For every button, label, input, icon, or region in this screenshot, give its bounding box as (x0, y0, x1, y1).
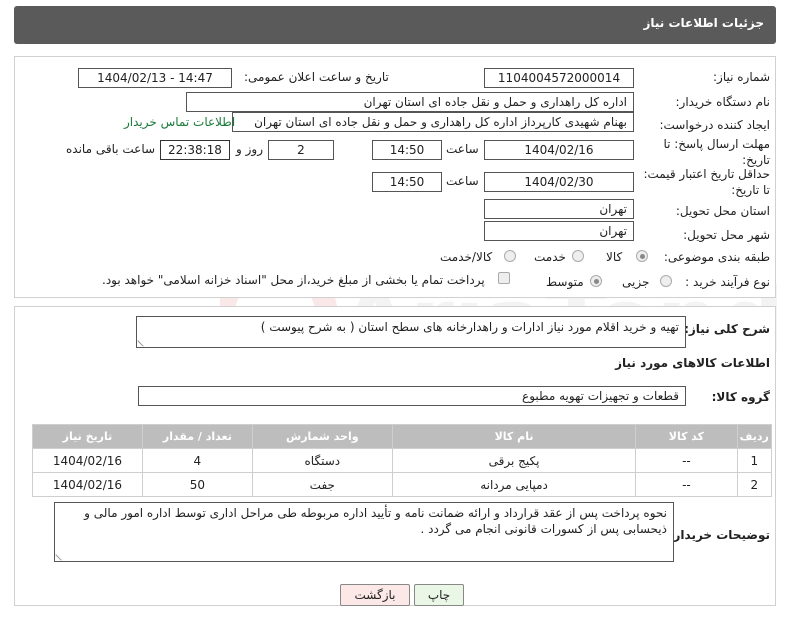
cell-name: دمپایی مردانه (391, 472, 637, 497)
price-date-field[interactable]: 1404/02/30 (484, 172, 634, 192)
col-date: تاریخ نیاز (32, 424, 143, 449)
province-label: استان محل تحویل: (675, 204, 770, 218)
price-validity-label: حداقل تاریخ اعتبار قیمت: تا تاریخ: (643, 167, 770, 197)
col-code: کد کالا (635, 424, 738, 449)
buyer-org-label: نام دستگاه خریدار: (675, 95, 771, 109)
header-bar: جزئیات اطلاعات نیاز (14, 6, 776, 44)
category-option-both: کالا/خدمت (440, 250, 493, 264)
announce-label: تاریخ و ساعت اعلان عمومی: (244, 70, 389, 84)
reply-time-field[interactable]: 14:50 (372, 140, 442, 160)
reply-time-label: ساعت (446, 142, 479, 156)
description-textarea[interactable]: تهیه و خرید اقلام مورد نیاز ادارات و راه… (136, 316, 686, 348)
payment-note: پرداخت تمام یا بخشی از مبلغ خرید،از محل … (102, 273, 485, 287)
process-option-minor: جزیی (622, 275, 650, 289)
process-radio-medium[interactable] (590, 275, 602, 287)
cell-row: 1 (736, 448, 773, 473)
cell-date: 1404/02/16 (32, 448, 143, 473)
buyer-org-field[interactable]: اداره کل راهداری و حمل و نقل جاده ای است… (186, 92, 634, 112)
category-option-goods: کالا (606, 250, 623, 264)
col-row: ردیف (736, 424, 773, 449)
category-radio-both[interactable] (504, 250, 516, 262)
col-name: نام کالا (391, 424, 637, 449)
cell-unit: دستگاه (251, 448, 393, 473)
cell-date: 1404/02/16 (32, 472, 143, 497)
treasury-checkbox[interactable] (498, 272, 510, 284)
reply-deadline-label: مهلت ارسال پاسخ: تا تاریخ: (663, 137, 770, 167)
resize-grip-icon (55, 549, 67, 561)
requester-label: ایجاد کننده درخواست: (659, 118, 770, 132)
remaining-time-field: 22:38:18 (160, 140, 230, 160)
cell-unit: جفت (251, 472, 393, 497)
process-label: نوع فرآیند خرید : (685, 275, 770, 289)
need-number-label: شماره نیاز: (713, 70, 770, 84)
resize-grip-icon (137, 335, 149, 347)
cell-qty: 4 (141, 448, 253, 473)
category-radio-goods[interactable] (636, 250, 648, 262)
cell-qty: 50 (141, 472, 253, 497)
days-field[interactable]: 2 (268, 140, 334, 160)
buyer-notes-text: نحوه پرداخت پس از عقد قرارداد و ارائه ضم… (84, 506, 667, 536)
cell-name: پکیج برقی (391, 448, 637, 473)
category-label: طبقه بندی موضوعی: (663, 250, 770, 264)
table-row[interactable]: 1 -- پکیج برقی دستگاه 4 1404/02/16 (32, 448, 773, 473)
description-label: شرح کلی نیاز: (684, 322, 770, 336)
province-field[interactable]: تهران (484, 199, 634, 219)
category-radio-service[interactable] (572, 250, 584, 262)
goods-section-title: اطلاعات کالاهای مورد نیاز (615, 356, 770, 370)
reply-date-field[interactable]: 1404/02/16 (484, 140, 634, 160)
table-header-row: ردیف کد کالا نام کالا واحد شمارش تعداد /… (32, 424, 773, 449)
city-label: شهر محل تحویل: (683, 228, 770, 242)
col-qty: تعداد / مقدار (141, 424, 253, 449)
buyer-notes-textarea[interactable]: نحوه پرداخت پس از عقد قرارداد و ارائه ضم… (54, 502, 674, 562)
description-text: تهیه و خرید اقلام مورد نیاز ادارات و راه… (260, 320, 679, 334)
col-unit: واحد شمارش (251, 424, 393, 449)
back-button[interactable]: بازگشت (340, 584, 410, 606)
price-time-field[interactable]: 14:50 (372, 172, 442, 192)
price-time-label: ساعت (446, 174, 479, 188)
table-row[interactable]: 2 -- دمپایی مردانه جفت 50 1404/02/16 (32, 472, 773, 497)
cell-code: -- (635, 448, 738, 473)
goods-group-label: گروه کالا: (711, 390, 770, 404)
category-option-service: خدمت (534, 250, 566, 264)
process-radio-minor[interactable] (660, 275, 672, 287)
goods-table: ردیف کد کالا نام کالا واحد شمارش تعداد /… (32, 424, 773, 497)
cell-row: 2 (736, 472, 773, 497)
buyer-notes-label: توضیحات خریدار: (668, 528, 770, 542)
remaining-label: ساعت باقی مانده (66, 142, 156, 156)
requester-field[interactable]: بهنام شهیدی کارپرداز اداره کل راهداری و … (232, 112, 634, 132)
process-option-medium: متوسط (546, 275, 584, 289)
print-button[interactable]: چاپ (414, 584, 464, 606)
city-field[interactable]: تهران (484, 221, 634, 241)
days-label: روز و (236, 142, 263, 156)
goods-group-field[interactable]: قطعات و تجهیزات تهویه مطبوع (138, 386, 686, 406)
announce-field[interactable]: 1404/02/13 - 14:47 (78, 68, 232, 88)
buyer-contact-link[interactable]: اطلاعات تماس خریدار (124, 115, 235, 129)
page-title: جزئیات اطلاعات نیاز (643, 16, 764, 30)
cell-code: -- (635, 472, 738, 497)
need-number-field[interactable]: 1104004572000014 (484, 68, 634, 88)
